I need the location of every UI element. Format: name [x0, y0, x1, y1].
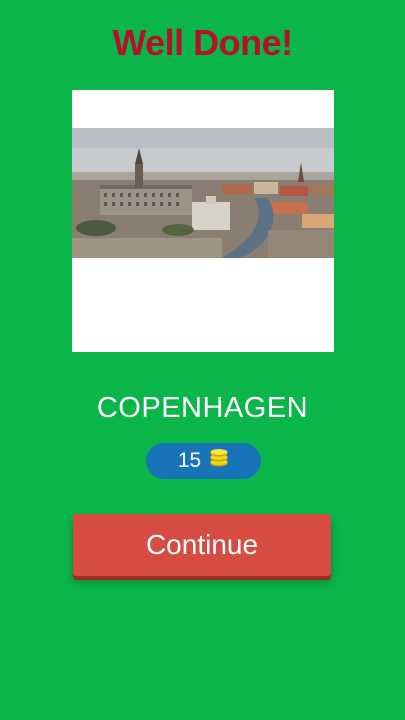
coin-reward-badge: 15 — [146, 443, 261, 479]
city-photo — [72, 90, 334, 352]
coin-count: 15 — [177, 449, 202, 472]
page-title: Well Done! — [112, 22, 293, 63]
continue-button[interactable]: Continue — [73, 514, 331, 576]
coin-stack-icon — [209, 448, 229, 474]
answer-city-name: COPENHAGEN — [96, 392, 309, 424]
